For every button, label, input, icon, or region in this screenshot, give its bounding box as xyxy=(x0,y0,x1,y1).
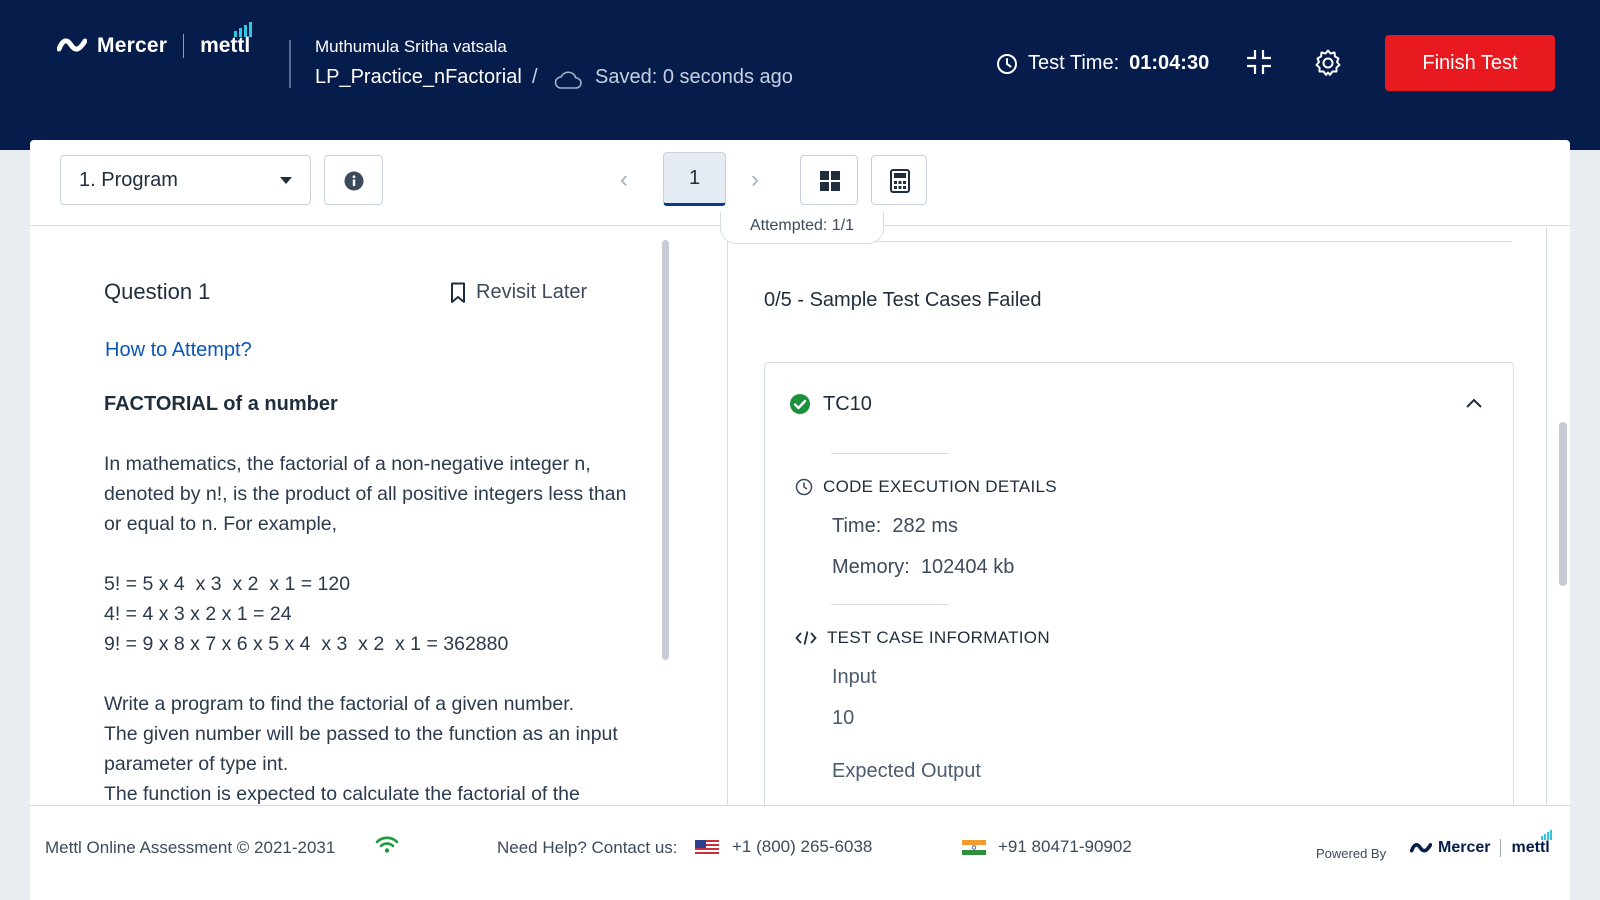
powered-by: Powered By xyxy=(1316,846,1387,861)
question-number-button[interactable]: 1 xyxy=(663,152,726,206)
footer: Mettl Online Assessment © 2021-2031 Need… xyxy=(30,805,1570,900)
question-body: In mathematics, the factorial of a non-n… xyxy=(104,449,644,805)
test-timer: Test Time: 01:04:30 xyxy=(996,52,1209,75)
timer-label: Test Time: xyxy=(1028,52,1120,74)
task-line: Write a program to find the factorial of… xyxy=(104,693,575,715)
question-title: Question 1 xyxy=(104,279,211,304)
finish-test-button[interactable]: Finish Test xyxy=(1385,35,1555,91)
brand-mercer: Mercer xyxy=(97,34,168,57)
info-icon xyxy=(344,171,364,191)
us-phone[interactable]: +1 (800) 265-6038 xyxy=(732,837,872,857)
example-list: 5! = 5 x 4 x 3 x 2 x 1 = 120 4! = 4 x 3 … xyxy=(104,569,644,659)
india-flag-icon xyxy=(962,840,986,855)
us-flag-icon xyxy=(695,840,719,855)
brand-divider xyxy=(183,34,185,58)
input-label: Input xyxy=(832,666,877,688)
main-card: 1. Program ‹ 1 › Attempted: 1/1 Question… xyxy=(30,140,1570,900)
saved-status: Saved: 0 seconds ago xyxy=(595,66,793,88)
question-scrollbar[interactable] xyxy=(662,240,669,660)
example-line: 4! = 4 x 3 x 2 x 1 = 24 xyxy=(104,603,292,625)
question-panel: Question 1 Revisit Later How to Attempt?… xyxy=(30,227,674,805)
section-divider xyxy=(831,604,949,605)
calculator-button[interactable] xyxy=(871,155,927,205)
bookmark-icon xyxy=(451,282,465,303)
question-select-value: 1. Program xyxy=(79,169,178,191)
wifi-icon xyxy=(375,836,399,853)
cloud-icon xyxy=(554,71,582,89)
expected-output-label: Expected Output xyxy=(832,760,981,782)
brand-mettl: mettl xyxy=(200,22,253,58)
execution-time: Time: 282 ms xyxy=(832,515,958,537)
question-toolbar: 1. Program ‹ 1 › Attempted: 1/1 xyxy=(30,140,1570,244)
section-divider xyxy=(831,453,949,454)
footer-brand-divider xyxy=(1500,839,1502,857)
top-header: Mercer mettl Muthumula Sritha vatsala LP… xyxy=(0,0,1600,150)
help-text: Need Help? Contact us: xyxy=(497,838,678,857)
execution-memory: Memory: 102404 kb xyxy=(832,556,1015,578)
user-name: Muthumula Sritha vatsala xyxy=(315,37,507,56)
clock-icon xyxy=(997,53,1017,74)
question-intro: In mathematics, the factorial of a non-n… xyxy=(104,453,627,535)
gear-icon[interactable] xyxy=(1313,48,1343,78)
input-value: 10 xyxy=(832,707,855,729)
test-title: LP_Practice_nFactorial xyxy=(315,66,522,88)
revisit-later-label: Revisit Later xyxy=(476,281,588,303)
task-line: The given number will be passed to the f… xyxy=(104,723,618,775)
revisit-later-button[interactable]: Revisit Later xyxy=(450,281,587,304)
mettl-bars-icon xyxy=(1540,830,1552,840)
chevron-up-icon[interactable] xyxy=(1465,397,1483,409)
next-question-button[interactable]: › xyxy=(751,166,759,194)
results-scrollbar[interactable] xyxy=(1559,422,1567,586)
results-panel: 0/5 - Sample Test Cases Failed TC10 CODE… xyxy=(727,227,1547,805)
mercer-logo-icon xyxy=(1410,842,1432,852)
test-case-card: TC10 CODE EXECUTION DETAILS Time: 282 ms… xyxy=(764,362,1514,805)
example-line: 9! = 9 x 8 x 7 x 6 x 5 x 4 x 3 x 2 x 1 =… xyxy=(104,633,509,655)
timer-value: 01:04:30 xyxy=(1129,52,1210,74)
mercer-logo-icon xyxy=(57,38,87,52)
caret-down-icon xyxy=(280,177,292,184)
mettl-bars-icon xyxy=(234,22,253,37)
prev-question-button[interactable]: ‹ xyxy=(620,166,628,194)
header-divider xyxy=(289,40,291,88)
how-to-attempt-link[interactable]: How to Attempt? xyxy=(105,339,252,362)
clock-icon xyxy=(795,478,813,496)
task-line: The function is expected to calculate th… xyxy=(104,783,580,805)
copyright-text: Mettl Online Assessment © 2021-2031 xyxy=(45,838,336,857)
footer-brand-mercer: Mercer xyxy=(1438,839,1491,856)
india-phone[interactable]: +91 80471-90902 xyxy=(998,837,1132,857)
example-line: 5! = 5 x 4 x 3 x 2 x 1 = 120 xyxy=(104,573,351,595)
info-button[interactable] xyxy=(324,155,383,205)
question-grid-button[interactable] xyxy=(800,155,858,205)
execution-details-heading: CODE EXECUTION DETAILS xyxy=(795,477,1057,497)
check-circle-icon xyxy=(790,394,810,414)
test-case-name[interactable]: TC10 xyxy=(823,393,872,416)
brand-logo: Mercer mettl xyxy=(57,22,253,58)
question-heading: FACTORIAL of a number xyxy=(104,393,338,415)
grid-icon xyxy=(820,171,840,191)
title-separator: / xyxy=(532,66,538,88)
test-case-summary: 0/5 - Sample Test Cases Failed xyxy=(764,289,1042,311)
footer-brand-logo: Mercer mettl xyxy=(1410,830,1552,857)
footer-brand-mettl: mettl xyxy=(1511,830,1552,857)
question-select[interactable]: 1. Program xyxy=(60,155,311,205)
code-icon xyxy=(795,631,817,645)
calculator-icon xyxy=(890,169,910,193)
attempted-count: Attempted: 1/1 xyxy=(720,212,884,244)
collapse-icon[interactable] xyxy=(1245,48,1273,76)
test-case-info-heading: TEST CASE INFORMATION xyxy=(795,628,1050,648)
